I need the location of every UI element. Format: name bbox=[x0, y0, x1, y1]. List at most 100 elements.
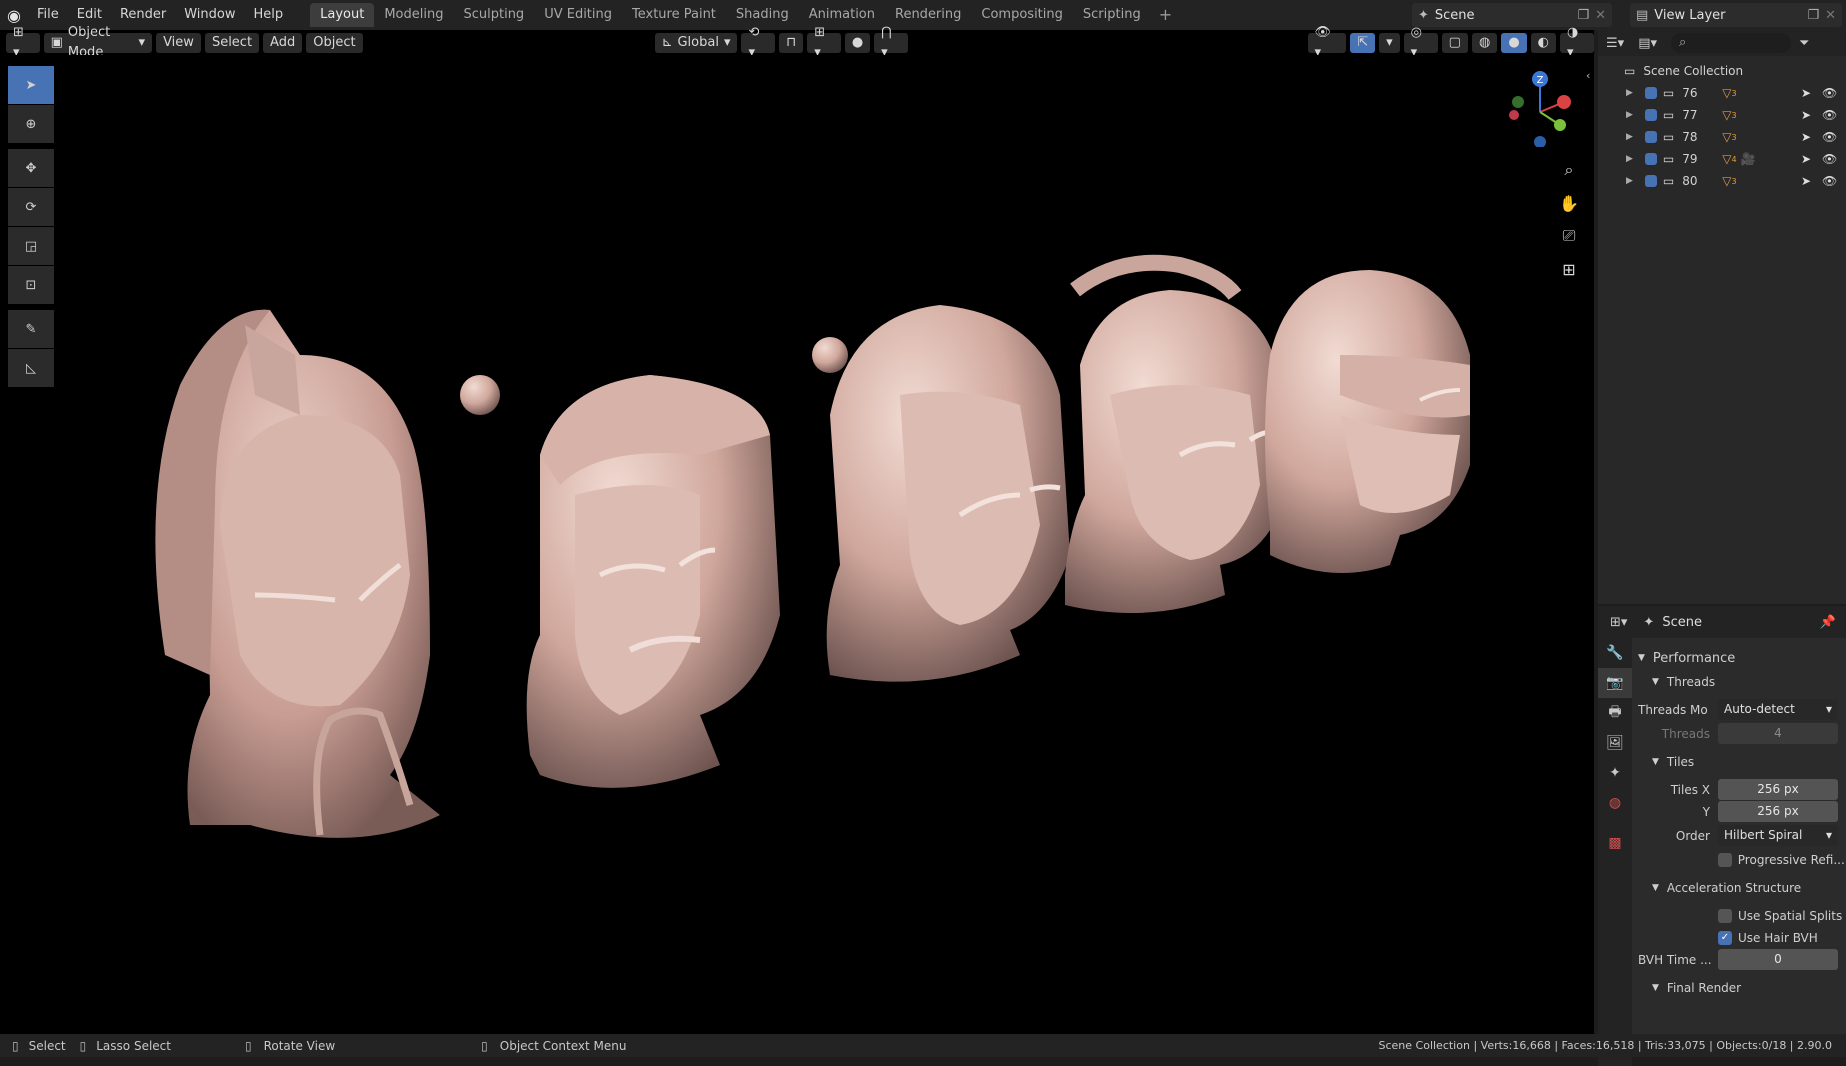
menu-window[interactable]: Window bbox=[175, 0, 244, 30]
tab-scripting[interactable]: Scripting bbox=[1073, 3, 1151, 27]
expand-arrow-icon[interactable]: ▶ bbox=[1626, 154, 1633, 164]
tab-modeling[interactable]: Modeling bbox=[374, 3, 453, 27]
hair-bvh-checkbox[interactable]: ✓ bbox=[1718, 931, 1732, 945]
collection-row[interactable]: ▶ ▭ 76 ▽ 3 ➤ 👁 bbox=[1598, 82, 1846, 104]
visibility-eye-icon[interactable]: 👁 bbox=[1822, 108, 1837, 122]
neg-x-axis-handle[interactable] bbox=[1509, 110, 1519, 120]
x-axis-handle[interactable] bbox=[1557, 95, 1571, 109]
output-properties-icon[interactable]: 🖶 bbox=[1598, 698, 1632, 728]
proportional-falloff-button[interactable]: ⋂ ▾ bbox=[874, 25, 908, 60]
measure-tool-icon[interactable]: ◺ bbox=[8, 349, 54, 387]
filter-icon[interactable]: ⏷ bbox=[1799, 36, 1809, 51]
new-view-layer-icon[interactable]: ❐ bbox=[1807, 8, 1825, 23]
visibility-eye-icon[interactable]: 👁 bbox=[1822, 174, 1837, 188]
neg-y-axis-handle[interactable] bbox=[1512, 96, 1524, 108]
menu-help[interactable]: Help bbox=[245, 0, 293, 30]
delete-view-layer-icon[interactable]: ✕ bbox=[1825, 8, 1842, 23]
select-box-tool-icon[interactable]: ➤ bbox=[8, 66, 54, 104]
solid-shading-button[interactable]: ● bbox=[1501, 32, 1527, 53]
tool-properties-icon[interactable]: 🔧 bbox=[1598, 638, 1632, 668]
collection-row[interactable]: ▶ ▭ 79 ▽ 4 🎥 ➤ 👁 bbox=[1598, 148, 1846, 170]
perspective-toggle-icon[interactable]: ⊞ bbox=[1554, 254, 1584, 284]
selectable-arrow-icon[interactable]: ➤ bbox=[1801, 130, 1811, 144]
neg-z-axis-handle[interactable] bbox=[1534, 136, 1546, 147]
scene-properties-icon[interactable]: ✦ bbox=[1598, 758, 1632, 788]
snap-toggle[interactable]: ⊓ bbox=[779, 32, 804, 53]
add-menu[interactable]: Add bbox=[263, 32, 303, 53]
view-layer-selector[interactable]: ▤ View Layer ❐ ✕ bbox=[1630, 3, 1842, 27]
threads-mode-dropdown[interactable]: Auto-detect ▾ bbox=[1718, 699, 1838, 720]
properties-editor-type-icon[interactable]: ⊞▾ bbox=[1610, 615, 1627, 630]
3d-viewport[interactable]: ➤ ⊕ ✥ ⟳ ◲ ⊡ ✎ ◺ Z ⌕ ✋ ⎚ ⊞ ‹ bbox=[0, 55, 1594, 1055]
rendered-shading-button[interactable]: ◑ ▾ bbox=[1560, 25, 1594, 60]
mode-selector[interactable]: ▣ Object Mode ▾ bbox=[43, 25, 153, 60]
head-model-4[interactable] bbox=[1065, 254, 1290, 613]
visibility-button[interactable]: 👁 ▾ bbox=[1307, 25, 1347, 60]
scale-tool-icon[interactable]: ◲ bbox=[8, 227, 54, 265]
exclude-checkbox[interactable] bbox=[1644, 109, 1657, 121]
snap-target-button[interactable]: ⊞ ▾ bbox=[807, 25, 841, 60]
head-model-3[interactable] bbox=[812, 305, 1070, 682]
acceleration-subpanel-header[interactable]: ▼ Acceleration Structure bbox=[1632, 876, 1846, 900]
selectable-arrow-icon[interactable]: ➤ bbox=[1801, 108, 1811, 122]
pin-icon[interactable]: 📌 bbox=[1820, 615, 1836, 630]
pan-hand-icon[interactable]: ✋ bbox=[1554, 188, 1584, 218]
display-mode-icon[interactable]: ▤▾ bbox=[1638, 36, 1657, 51]
new-scene-icon[interactable]: ❐ bbox=[1577, 8, 1595, 23]
order-dropdown[interactable]: Hilbert Spiral ▾ bbox=[1718, 825, 1838, 846]
object-menu[interactable]: Object bbox=[306, 32, 363, 53]
spatial-splits-checkbox[interactable] bbox=[1718, 909, 1732, 923]
render-properties-icon[interactable]: 📷 bbox=[1598, 668, 1632, 698]
pivot-point-button[interactable]: ⟲ ▾ bbox=[741, 25, 776, 60]
tab-layout[interactable]: Layout bbox=[310, 3, 375, 27]
exclude-checkbox[interactable] bbox=[1644, 131, 1657, 143]
rotate-tool-icon[interactable]: ⟳ bbox=[8, 188, 54, 226]
select-menu[interactable]: Select bbox=[204, 32, 260, 53]
outliner-search-field[interactable]: ⌕ bbox=[1671, 33, 1791, 53]
selectable-arrow-icon[interactable]: ➤ bbox=[1801, 174, 1811, 188]
visibility-eye-icon[interactable]: 👁 bbox=[1822, 130, 1837, 144]
camera-view-icon[interactable]: ⎚ bbox=[1554, 221, 1584, 251]
y-axis-handle[interactable] bbox=[1554, 119, 1566, 131]
view-menu[interactable]: View bbox=[156, 32, 201, 53]
tab-compositing[interactable]: Compositing bbox=[971, 3, 1073, 27]
tab-animation[interactable]: Animation bbox=[799, 3, 885, 27]
cursor-tool-icon[interactable]: ⊕ bbox=[8, 105, 54, 143]
progressive-refine-checkbox[interactable] bbox=[1718, 853, 1732, 867]
axis-gizmo[interactable]: Z bbox=[1500, 67, 1580, 147]
visibility-eye-icon[interactable]: 👁 bbox=[1822, 152, 1837, 166]
menu-file[interactable]: File bbox=[28, 0, 68, 30]
tiles-x-field[interactable]: 256 px bbox=[1718, 779, 1838, 800]
selectable-arrow-icon[interactable]: ➤ bbox=[1801, 152, 1811, 166]
expand-arrow-icon[interactable]: ▶ bbox=[1626, 176, 1633, 186]
selectable-arrow-icon[interactable]: ➤ bbox=[1801, 86, 1811, 100]
texture-properties-icon[interactable]: ▩ bbox=[1598, 828, 1632, 858]
gizmo-dropdown[interactable]: ▾ bbox=[1379, 32, 1400, 53]
threads-subpanel-header[interactable]: ▼ Threads bbox=[1632, 670, 1846, 694]
performance-panel-header[interactable]: ▼ Performance bbox=[1632, 646, 1846, 670]
collection-row[interactable]: ▶ ▭ 77 ▽ 3 ➤ 👁 bbox=[1598, 104, 1846, 126]
spatial-splits-row[interactable]: Use Spatial Splits bbox=[1632, 904, 1846, 928]
delete-scene-icon[interactable]: ✕ bbox=[1595, 8, 1612, 23]
expand-arrow-icon[interactable]: ▶ bbox=[1626, 88, 1633, 98]
expand-arrow-icon[interactable]: ▶ bbox=[1626, 132, 1633, 142]
tab-sculpting[interactable]: Sculpting bbox=[453, 3, 534, 27]
head-model-2[interactable] bbox=[460, 375, 780, 788]
tiles-subpanel-header[interactable]: ▼ Tiles bbox=[1632, 750, 1846, 774]
gizmo-toggle[interactable]: ⇱ bbox=[1350, 32, 1376, 53]
exclude-checkbox[interactable] bbox=[1644, 87, 1657, 99]
head-model-1[interactable] bbox=[155, 309, 440, 838]
hair-bvh-row[interactable]: ✓ Use Hair BVH bbox=[1632, 926, 1846, 950]
progressive-refine-row[interactable]: Progressive Refi... bbox=[1632, 848, 1846, 872]
outliner-editor-type-icon[interactable]: ☰▾ bbox=[1606, 36, 1624, 51]
visibility-eye-icon[interactable]: 👁 bbox=[1822, 86, 1837, 100]
tiles-y-field[interactable]: 256 px bbox=[1718, 801, 1838, 822]
zoom-icon[interactable]: ⌕ bbox=[1554, 155, 1584, 185]
overlay-toggle[interactable]: ◎ ▾ bbox=[1403, 25, 1438, 60]
tab-uv-editing[interactable]: UV Editing bbox=[534, 3, 622, 27]
tab-texture-paint[interactable]: Texture Paint bbox=[622, 3, 726, 27]
expand-arrow-icon[interactable]: ▶ bbox=[1626, 110, 1633, 120]
material-shading-button[interactable]: ◐ bbox=[1530, 32, 1556, 53]
collection-row[interactable]: ▶ ▭ 78 ▽ 3 ➤ 👁 bbox=[1598, 126, 1846, 148]
sidebar-collapse-icon[interactable]: ‹ bbox=[1586, 69, 1590, 82]
